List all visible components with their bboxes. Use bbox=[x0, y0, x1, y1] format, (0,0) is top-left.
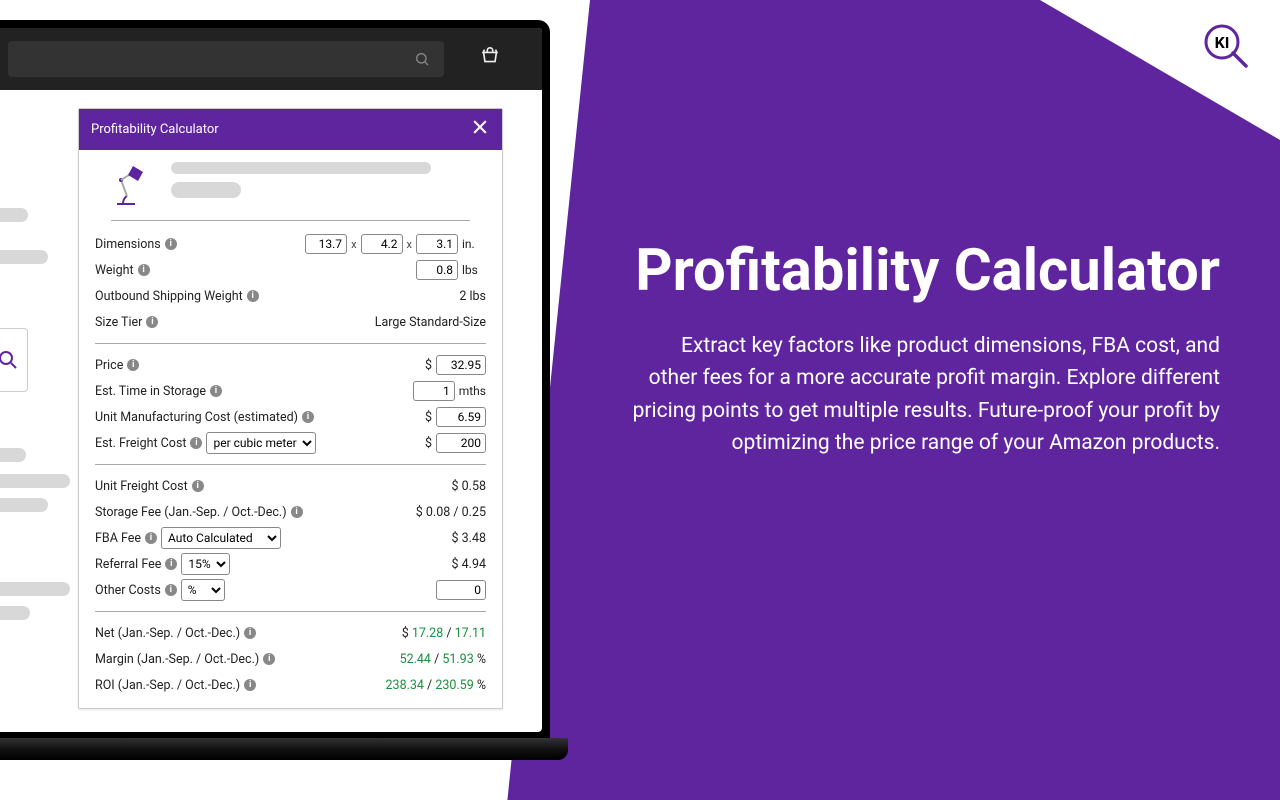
profitability-calculator-panel: Profitability Calculator bbox=[78, 108, 503, 709]
magnify-icon bbox=[0, 348, 20, 372]
storage-time-label: Est. Time in Storage bbox=[95, 384, 206, 399]
info-icon[interactable]: i bbox=[210, 385, 222, 397]
info-icon[interactable]: i bbox=[165, 558, 177, 570]
margin-label: Margin (Jan.-Sep. / Oct.-Dec.) bbox=[95, 652, 259, 667]
brand-logo: KI bbox=[1200, 20, 1252, 72]
price-label: Price bbox=[95, 358, 123, 373]
fba-value: $ 3.48 bbox=[452, 531, 487, 546]
storage-fee-label: Storage Fee (Jan.-Sep. / Oct.-Dec.) bbox=[95, 505, 287, 520]
dimensions-label: Dimensions bbox=[95, 237, 161, 252]
other-label: Other Costs bbox=[95, 583, 161, 598]
unit-freight-value: $ 0.58 bbox=[452, 479, 487, 494]
referral-select[interactable]: 15% bbox=[181, 553, 230, 575]
freight-input[interactable] bbox=[436, 433, 486, 453]
sidebar-icon-card bbox=[0, 328, 28, 392]
info-icon[interactable]: i bbox=[244, 679, 256, 691]
marketing-copy: Profitability Calculator Extract key fac… bbox=[630, 240, 1220, 460]
dim-width-input[interactable] bbox=[361, 234, 403, 254]
weight-input[interactable] bbox=[416, 260, 458, 280]
other-input[interactable] bbox=[436, 580, 486, 600]
info-icon[interactable]: i bbox=[145, 532, 157, 544]
info-icon[interactable]: i bbox=[138, 264, 150, 276]
referral-value: $ 4.94 bbox=[452, 557, 487, 572]
info-icon[interactable]: i bbox=[263, 653, 275, 665]
browser-topbar bbox=[0, 28, 542, 90]
info-icon[interactable]: i bbox=[146, 316, 158, 328]
margin-value: 52.44 / 51.93 % bbox=[400, 652, 486, 667]
cart-icon[interactable] bbox=[478, 46, 502, 72]
unit-freight-label: Unit Freight Cost bbox=[95, 479, 188, 494]
info-icon[interactable]: i bbox=[244, 627, 256, 639]
storage-time-input[interactable] bbox=[413, 381, 455, 401]
info-icon[interactable]: i bbox=[127, 359, 139, 371]
freight-label: Est. Freight Cost bbox=[95, 436, 186, 451]
product-lamp-icon bbox=[111, 162, 157, 208]
marketing-title: Profitability Calculator bbox=[630, 240, 1220, 304]
price-input[interactable] bbox=[436, 355, 486, 375]
laptop-mockup: Profitability Calculator bbox=[0, 20, 560, 760]
freight-basis-select[interactable]: per cubic meter bbox=[206, 432, 316, 454]
roi-value: 238.34 / 230.59 % bbox=[386, 678, 486, 693]
info-icon[interactable]: i bbox=[247, 290, 259, 302]
unit-mfg-input[interactable] bbox=[436, 407, 486, 427]
storage-fee-value: $ 0.08 / 0.25 bbox=[416, 505, 486, 520]
other-select[interactable]: % bbox=[181, 579, 225, 601]
info-icon[interactable]: i bbox=[302, 411, 314, 423]
close-icon[interactable] bbox=[470, 117, 490, 142]
dim-length-input[interactable] bbox=[305, 234, 347, 254]
search-icon bbox=[414, 51, 430, 67]
fba-label: FBA Fee bbox=[95, 531, 141, 546]
calc-title: Profitability Calculator bbox=[91, 122, 219, 137]
sizetier-label: Size Tier bbox=[95, 315, 142, 330]
sizetier-value: Large Standard-Size bbox=[375, 315, 486, 330]
outbound-value: 2 lbs bbox=[459, 289, 486, 304]
fba-select[interactable]: Auto Calculated bbox=[161, 527, 281, 549]
outbound-label: Outbound Shipping Weight bbox=[95, 289, 243, 304]
info-icon[interactable]: i bbox=[192, 480, 204, 492]
marketing-body: Extract key factors like product dimensi… bbox=[630, 330, 1220, 460]
dim-height-input[interactable] bbox=[416, 234, 458, 254]
sidebar-placeholder-2 bbox=[0, 448, 70, 620]
unit-mfg-label: Unit Manufacturing Cost (estimated) bbox=[95, 410, 298, 425]
info-icon[interactable]: i bbox=[165, 584, 177, 596]
info-icon[interactable]: i bbox=[291, 506, 303, 518]
net-value: $ 17.28 / 17.11 bbox=[402, 626, 486, 641]
net-label: Net (Jan.-Sep. / Oct.-Dec.) bbox=[95, 626, 240, 641]
svg-text:KI: KI bbox=[1215, 33, 1230, 52]
info-icon[interactable]: i bbox=[190, 437, 202, 449]
roi-label: ROI (Jan.-Sep. / Oct.-Dec.) bbox=[95, 678, 240, 693]
referral-label: Referral Fee bbox=[95, 557, 161, 572]
search-box[interactable] bbox=[8, 41, 444, 77]
weight-label: Weight bbox=[95, 263, 134, 278]
info-icon[interactable]: i bbox=[165, 238, 177, 250]
